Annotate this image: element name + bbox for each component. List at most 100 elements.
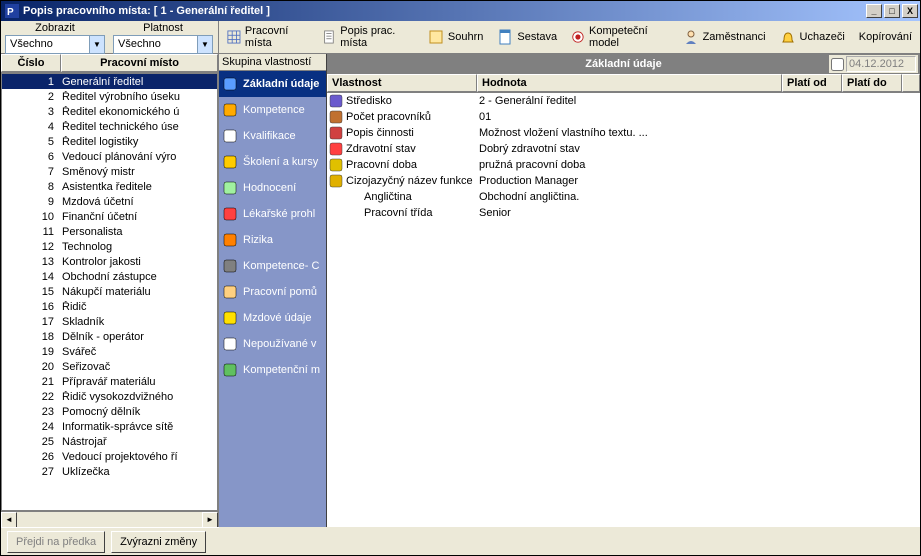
scroll-right-icon[interactable]: ► xyxy=(202,512,218,528)
row-pos: Vedoucí projektového ří xyxy=(58,451,217,463)
table-row[interactable]: 9Mzdová účetní xyxy=(2,194,217,209)
close-button[interactable]: X xyxy=(902,4,918,18)
group-item[interactable]: Základní údaje xyxy=(219,71,326,97)
col-cislo[interactable]: Číslo xyxy=(1,54,61,72)
group-item[interactable]: Mzdové údaje xyxy=(219,305,326,331)
group-icon xyxy=(223,181,237,195)
col-extra[interactable] xyxy=(902,74,920,92)
table-row[interactable]: 21Přípravář materiálu xyxy=(2,374,217,389)
row-num: 21 xyxy=(2,376,58,388)
table-row[interactable]: 16Řidič xyxy=(2,299,217,314)
group-item[interactable]: Kompetence xyxy=(219,97,326,123)
group-label: Školení a kursy xyxy=(243,156,318,168)
zvyrazni-zmeny-button[interactable]: Zvýrazni změny xyxy=(111,531,206,553)
col-pracovni-misto[interactable]: Pracovní místo xyxy=(61,54,218,72)
table-row[interactable]: 15Nákupčí materiálu xyxy=(2,284,217,299)
group-item[interactable]: Lékařské prohl xyxy=(219,201,326,227)
detail-row[interactable]: Pracovní dobapružná pracovní doba xyxy=(327,157,920,173)
col-vlastnost[interactable]: Vlastnost xyxy=(327,74,477,92)
scroll-track[interactable] xyxy=(17,512,202,527)
svg-text:P: P xyxy=(7,7,14,18)
property-groups-header: Skupina vlastností xyxy=(219,54,326,71)
tool-kompetencni-model[interactable]: Kompeteční model xyxy=(565,26,674,48)
table-row[interactable]: 23Pomocný dělník xyxy=(2,404,217,419)
tool-uchazeci[interactable]: Uchazeči xyxy=(774,26,851,48)
group-icon xyxy=(223,311,237,325)
table-row[interactable]: 22Řidič vysokozdvižného xyxy=(2,389,217,404)
table-row[interactable]: 24Informatik-správce sítě xyxy=(2,419,217,434)
group-item[interactable]: Kvalifikace xyxy=(219,123,326,149)
chevron-down-icon[interactable]: ▼ xyxy=(197,36,212,53)
group-item[interactable]: Pracovní pomů xyxy=(219,279,326,305)
detail-row[interactable]: Cizojazyčný název funkceProduction Manag… xyxy=(327,173,920,189)
tool-kopirovani[interactable]: Kopírování xyxy=(853,26,918,48)
tool-sestava[interactable]: Sestava xyxy=(491,26,563,48)
group-item[interactable]: Rizika xyxy=(219,227,326,253)
detail-row[interactable]: Zdravotní stavDobrý zdravotní stav xyxy=(327,141,920,157)
col-plati-do[interactable]: Platí do xyxy=(842,74,902,92)
group-item[interactable]: Kompetence- C xyxy=(219,253,326,279)
table-row[interactable]: 2Ředitel výrobního úseku xyxy=(2,89,217,104)
platnost-label: Platnost xyxy=(143,21,183,35)
group-icon xyxy=(223,337,237,351)
tool-pracovni-mista[interactable]: Pracovní místa xyxy=(221,26,314,48)
date-value[interactable]: 04.12.2012 xyxy=(846,56,916,72)
table-row[interactable]: 1Generální ředitel xyxy=(2,74,217,89)
date-checkbox[interactable] xyxy=(831,58,844,71)
table-row[interactable]: 3Ředitel ekonomického ú xyxy=(2,104,217,119)
table-row[interactable]: 12Technolog xyxy=(2,239,217,254)
group-item[interactable]: Kompetenční m xyxy=(219,357,326,383)
table-row[interactable]: 7Směnový mistr xyxy=(2,164,217,179)
tool-zamestnanci[interactable]: Zaměstnanci xyxy=(677,26,772,48)
window-title: Popis pracovního místa: [ 1 - Generální … xyxy=(23,5,270,17)
table-row[interactable]: 20Seřizovač xyxy=(2,359,217,374)
detail-grid-body[interactable]: Středisko2 - Generální ředitelPočet prac… xyxy=(327,93,920,527)
table-row[interactable]: 8Asistentka ředitele xyxy=(2,179,217,194)
table-row[interactable]: 11Personalista xyxy=(2,224,217,239)
tool-souhrn[interactable]: Souhrn xyxy=(422,26,489,48)
property-value: 2 - Generální ředitel xyxy=(477,95,782,107)
table-row[interactable]: 4Ředitel technického úse xyxy=(2,119,217,134)
col-plati-od[interactable]: Platí od xyxy=(782,74,842,92)
group-label: Lékařské prohl xyxy=(243,208,315,220)
group-icon xyxy=(223,77,237,91)
table-row[interactable]: 27Uklízečka xyxy=(2,464,217,479)
horizontal-scrollbar[interactable]: ◄ ► xyxy=(1,511,218,527)
tool-popis-prac-mista[interactable]: Popis prac. místa xyxy=(316,26,420,48)
row-pos: Ředitel výrobního úseku xyxy=(58,91,217,103)
table-row[interactable]: 10Finanční účetní xyxy=(2,209,217,224)
platnost-combo[interactable]: Všechno ▼ xyxy=(113,35,213,54)
table-row[interactable]: 14Obchodní zástupce xyxy=(2,269,217,284)
property-groups-panel: Skupina vlastností Základní údajeKompete… xyxy=(219,54,327,527)
detail-row[interactable]: Středisko2 - Generální ředitel xyxy=(327,93,920,109)
detail-row[interactable]: Popis činnostiMožnost vložení vlastního … xyxy=(327,125,920,141)
table-row[interactable]: 18Dělník - operátor xyxy=(2,329,217,344)
detail-row[interactable]: AngličtinaObchodní angličtina. xyxy=(327,189,920,205)
group-item[interactable]: Hodnocení xyxy=(219,175,326,201)
table-row[interactable]: 6Vedoucí plánování výro xyxy=(2,149,217,164)
group-item[interactable]: Nepoužívané v xyxy=(219,331,326,357)
positions-list[interactable]: 1Generální ředitel2Ředitel výrobního úse… xyxy=(1,73,218,511)
property-value: pružná pracovní doba xyxy=(477,159,782,171)
group-label: Kompetenční m xyxy=(243,364,320,376)
zobrazit-combo[interactable]: Všechno ▼ xyxy=(5,35,105,54)
chevron-down-icon[interactable]: ▼ xyxy=(89,36,104,53)
detail-row[interactable]: Počet pracovníků01 xyxy=(327,109,920,125)
table-row[interactable]: 19Svářeč xyxy=(2,344,217,359)
group-label: Hodnocení xyxy=(243,182,296,194)
minimize-button[interactable]: _ xyxy=(866,4,882,18)
detail-row[interactable]: Pracovní třídaSenior xyxy=(327,205,920,221)
table-row[interactable]: 26Vedoucí projektového ří xyxy=(2,449,217,464)
row-num: 14 xyxy=(2,271,58,283)
col-hodnota[interactable]: Hodnota xyxy=(477,74,782,92)
prejdi-na-predka-button[interactable]: Přejdi na předka xyxy=(7,531,105,553)
row-num: 22 xyxy=(2,391,58,403)
group-item[interactable]: Školení a kursy xyxy=(219,149,326,175)
table-row[interactable]: 25Nástrojař xyxy=(2,434,217,449)
scroll-left-icon[interactable]: ◄ xyxy=(1,512,17,528)
table-row[interactable]: 5Ředitel logistiky xyxy=(2,134,217,149)
table-row[interactable]: 13Kontrolor jakosti xyxy=(2,254,217,269)
row-num: 2 xyxy=(2,91,58,103)
maximize-button[interactable]: □ xyxy=(884,4,900,18)
table-row[interactable]: 17Skladník xyxy=(2,314,217,329)
